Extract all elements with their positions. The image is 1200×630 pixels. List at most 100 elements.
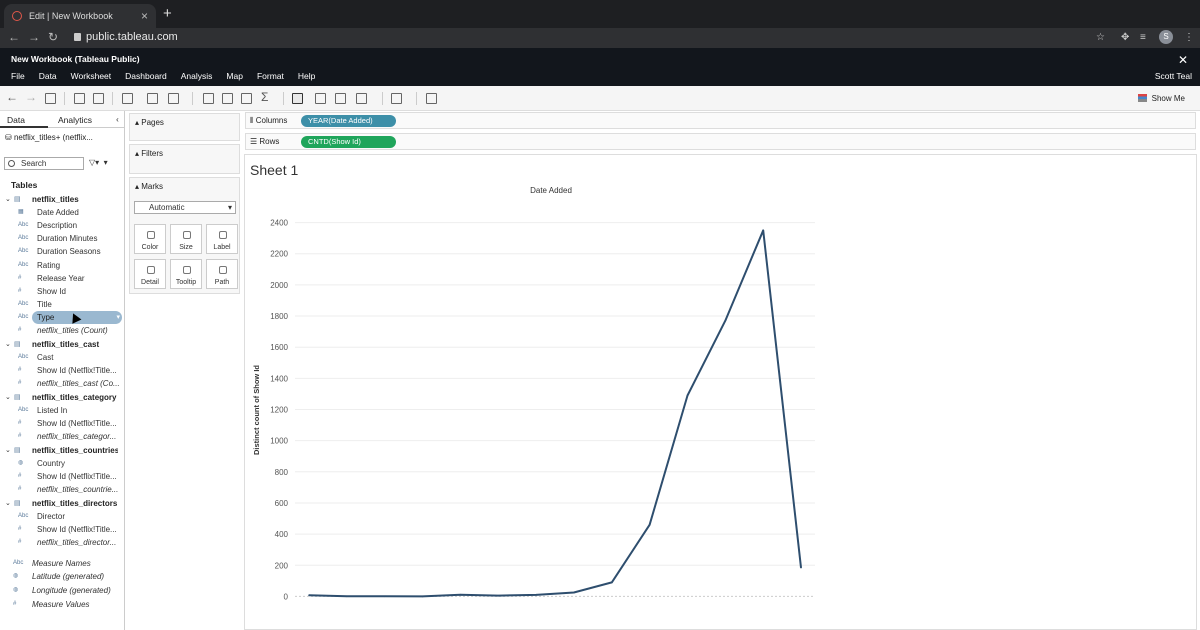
field-item[interactable]: # netflix_titles_director... [0,536,124,549]
tab-data[interactable]: Data [7,115,25,125]
field-item[interactable]: Abc Title [0,298,124,311]
close-icon[interactable]: ✕ [1178,53,1188,67]
field-name: netflix_titles_cast [32,339,100,349]
menu-item-data[interactable]: Data [39,71,57,81]
collapse-caret-icon[interactable]: ⌄ [5,391,11,404]
new-datasource-icon[interactable] [74,93,85,104]
presentation-icon[interactable] [391,93,402,104]
collapse-caret-icon[interactable]: ⌄ [5,338,11,351]
search-input[interactable]: Search [4,157,84,170]
menu-item-file[interactable]: File [11,71,25,81]
url-field[interactable]: public.tableau.com [86,31,178,43]
field-item[interactable]: ◍ Country [0,457,124,470]
swap-icon[interactable] [203,93,214,104]
menu-item-dashboard[interactable]: Dashboard [125,71,167,81]
clear-sheet-icon[interactable] [168,93,179,104]
format-icon[interactable] [335,93,346,104]
columns-pill[interactable]: YEAR(Date Added) [301,115,396,127]
mark-tooltip-button[interactable]: Tooltip [170,259,202,289]
mark-size-button[interactable]: Size [170,224,202,254]
mark-label-button[interactable]: Label [206,224,238,254]
browser-tab[interactable]: Edit | New Workbook × [4,4,156,28]
field-item[interactable]: Abc Description [0,219,124,232]
field-item[interactable]: # Show Id (Netflix!Title... [0,523,124,536]
field-item[interactable]: ◍ Latitude (generated) [0,570,124,583]
menu-item-worksheet[interactable]: Worksheet [71,71,111,81]
highlight-icon[interactable] [292,93,303,104]
field-item[interactable]: Abc Duration Seasons [0,245,124,258]
x-tick-label: 2019 [716,628,734,629]
field-item[interactable]: Abc Listed In [0,404,124,417]
collapse-caret-icon[interactable]: ⌄ [5,193,11,206]
table-header[interactable]: ⌄ ▤ netflix_titles_directors [0,497,124,510]
menu-item-analysis[interactable]: Analysis [181,71,213,81]
pages-card[interactable]: ▴ Pages [129,113,240,141]
menu-item-map[interactable]: Map [226,71,243,81]
undo-icon[interactable]: ← [6,90,18,104]
pause-updates-icon[interactable] [93,93,104,104]
profile-avatar[interactable]: S [1159,30,1173,44]
duplicate-sheet-icon[interactable] [147,93,158,104]
field-item[interactable]: # Measure Values [0,598,124,611]
more-menu-icon[interactable]: ⋮ [1184,32,1194,43]
back-icon[interactable]: ← [8,30,20,44]
field-item[interactable]: # Show Id [0,285,124,298]
tab-analytics[interactable]: Analytics [58,115,92,125]
filters-card[interactable]: ▴ Filters [129,144,240,174]
save-icon[interactable] [45,93,56,104]
extensions-icon[interactable]: ✥ [1121,32,1129,43]
new-tab-icon[interactable]: + [163,5,172,22]
table-header[interactable]: ⌄ ▤ netflix_titles [0,193,124,206]
sort-asc-icon[interactable] [222,93,233,104]
show-me-button[interactable]: Show Me [1137,94,1185,103]
field-item[interactable]: # Show Id (Netflix!Title... [0,364,124,377]
field-item[interactable]: Abc Rating [0,259,124,272]
share-icon[interactable] [426,93,437,104]
field-item[interactable]: # netflix_titles_categor... [0,430,124,443]
pill-dropdown-icon[interactable]: ▾ [116,311,120,324]
field-item[interactable]: Abc Duration Minutes [0,232,124,245]
redo-icon[interactable]: → [25,90,37,104]
fit-icon[interactable] [356,93,367,104]
mark-detail-button[interactable]: Detail [134,259,166,289]
collapse-caret-icon[interactable]: ⌄ [5,497,11,510]
field-item[interactable]: # netflix_titles_countrie... [0,483,124,496]
filter-icon[interactable]: ▽▾ ▾ [89,158,108,167]
rows-shelf[interactable]: ☰ Rows CNTD(Show Id) [245,133,1196,150]
close-tab-icon[interactable]: × [141,9,148,23]
collapse-icon[interactable]: ‹ [116,114,119,124]
table-header[interactable]: ⌄ ▤ netflix_titles_countries [0,444,124,457]
menu-item-format[interactable]: Format [257,71,284,81]
totals-icon[interactable]: Σ [261,90,268,104]
field-item[interactable]: # Show Id (Netflix!Title... [0,417,124,430]
date-icon: ▦ [18,209,24,216]
field-item[interactable]: # Release Year [0,272,124,285]
field-item[interactable]: Abc Cast [0,351,124,364]
forward-icon[interactable]: → [28,30,40,44]
mark-path-button[interactable]: Path [206,259,238,289]
collapse-caret-icon[interactable]: ⌄ [5,444,11,457]
field-item[interactable]: # Show Id (Netflix!Title... [0,470,124,483]
table-header[interactable]: ⌄ ▤ netflix_titles_category [0,391,124,404]
columns-shelf[interactable]: ⦀ Columns YEAR(Date Added) [245,112,1196,129]
media-icon[interactable]: ≡ [1140,32,1146,43]
datasource-name[interactable]: ⛁ netflix_titles+ (netflix... [5,133,93,142]
rows-pill[interactable]: CNTD(Show Id) [301,136,396,148]
reload-icon[interactable]: ↻ [48,30,58,44]
field-item[interactable]: # netflix_titles_cast (Co... [0,377,124,390]
field-item[interactable]: ▦ Date Added [0,206,124,219]
show-labels-icon[interactable] [315,93,326,104]
mark-color-button[interactable]: Color [134,224,166,254]
menu-item-help[interactable]: Help [298,71,315,81]
field-item[interactable]: ◍ Longitude (generated) [0,584,124,597]
sort-desc-icon[interactable] [241,93,252,104]
field-item[interactable]: Abc Measure Names [0,557,124,570]
field-item[interactable]: # netflix_titles (Count) [0,324,124,337]
bookmark-star-icon[interactable]: ☆ [1096,32,1105,43]
mark-type-select[interactable]: Automatic ▾ [134,201,236,214]
field-item[interactable]: Abc Director [0,510,124,523]
user-name[interactable]: Scott Teal [1155,71,1192,81]
field-item[interactable]: Abc Type ▾ [0,310,124,324]
table-header[interactable]: ⌄ ▤ netflix_titles_cast [0,338,124,351]
new-worksheet-icon[interactable] [122,93,133,104]
